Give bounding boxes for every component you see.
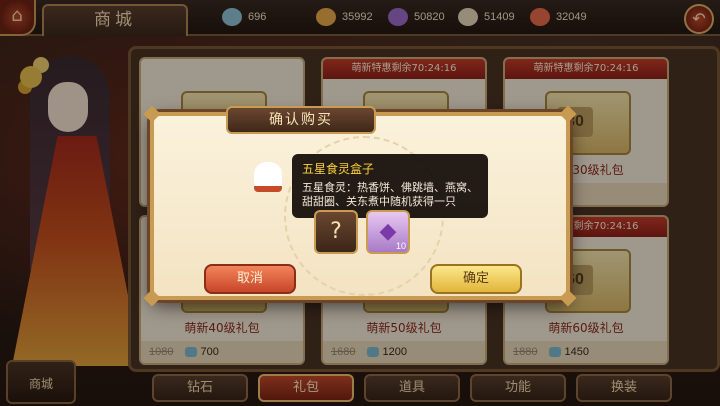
confirm-button[interactable]: 确定 (430, 264, 522, 294)
ticket-glyph: ◆ (379, 219, 397, 244)
mystery-box-icon[interactable]: ? (314, 210, 358, 254)
item-tooltip: 五星食灵盒子 五星食灵：热香饼、佛跳墙、燕窝、甜甜圈、关东煮中随机获得一只 (292, 154, 488, 226)
cancel-button[interactable]: 取消 (204, 264, 296, 294)
tooltip-title: 五星食灵盒子 (302, 162, 375, 176)
dialog-title: 确认购买 (226, 106, 376, 134)
chef-hat-icon (254, 162, 282, 192)
ticket-icon[interactable]: ◆ 10 (366, 210, 410, 254)
item-count: 10 (395, 241, 406, 251)
confirm-purchase-dialog: 确认购买 五星食灵盒子 五星食灵：热香饼、佛跳墙、燕窝、甜甜圈、关东煮中随机获得… (143, 105, 577, 307)
tooltip-description: 五星食灵：热香饼、佛跳墙、燕窝、甜甜圈、关东煮中随机获得一只 (302, 181, 478, 208)
item-glyph: ? (330, 219, 342, 244)
